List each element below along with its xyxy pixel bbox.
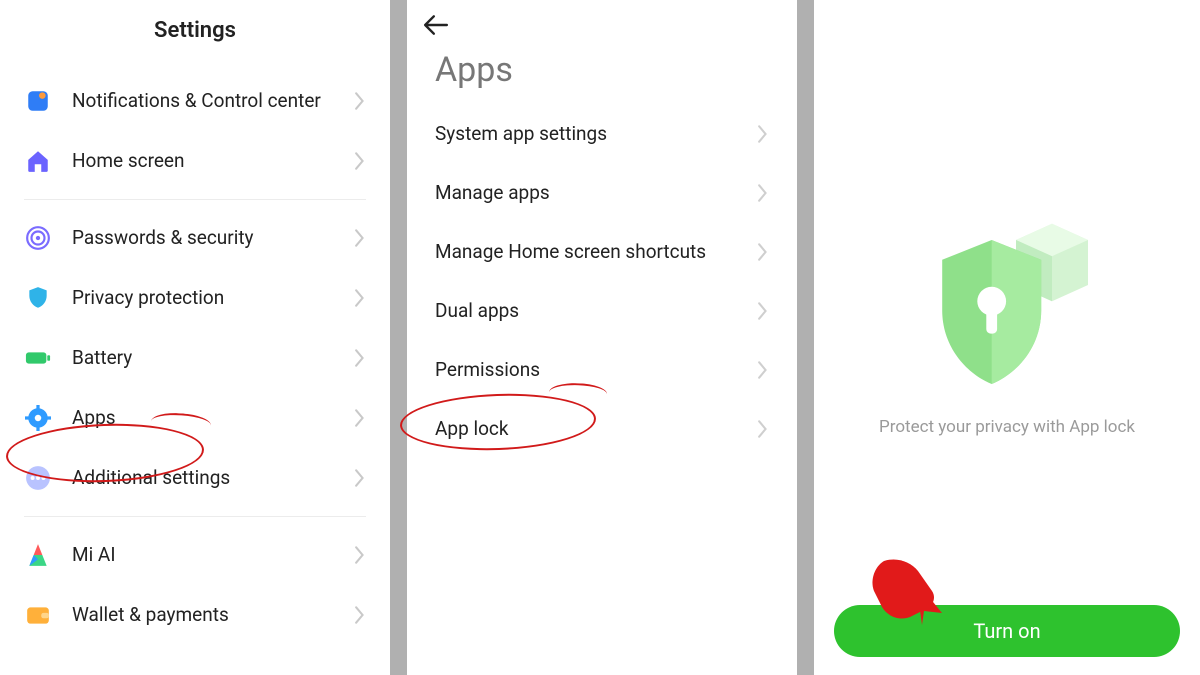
apps-panel: Apps System app settings Manage apps Man… [407, 0, 797, 675]
row-label: Home screen [72, 149, 354, 174]
apps-row-app-lock[interactable]: App lock [407, 399, 797, 458]
shield-icon [24, 284, 52, 312]
row-label: Wallet & payments [72, 603, 354, 628]
row-label: App lock [435, 417, 757, 440]
app-lock-panel: Protect your privacy with App lock Turn … [814, 0, 1200, 675]
row-label: Battery [72, 346, 354, 371]
page-title: Settings [0, 0, 390, 71]
caption-text: Protect your privacy with App lock [879, 417, 1135, 437]
row-label: Additional settings [72, 466, 354, 491]
row-label: Permissions [435, 358, 757, 381]
mi-ai-icon [24, 541, 52, 569]
chevron-right-icon [354, 469, 366, 487]
divider [24, 199, 366, 200]
chevron-right-icon [354, 229, 366, 247]
back-button[interactable] [407, 0, 797, 36]
apps-row-system-app-settings[interactable]: System app settings [407, 104, 797, 163]
illustration-area: Protect your privacy with App lock [814, 0, 1200, 605]
divider [24, 516, 366, 517]
pointer-hand-annotation [866, 551, 946, 631]
arrow-left-icon [423, 14, 449, 36]
chevron-right-icon [354, 92, 366, 110]
apps-row-manage-apps[interactable]: Manage apps [407, 163, 797, 222]
chevron-right-icon [354, 546, 366, 564]
app-lock-illustration [917, 199, 1097, 389]
settings-row-passwords-security[interactable]: Passwords & security [0, 208, 390, 268]
row-label: Mi AI [72, 543, 354, 568]
chevron-right-icon [757, 184, 769, 202]
row-label: Dual apps [435, 299, 757, 322]
settings-row-additional[interactable]: Additional settings [0, 448, 390, 508]
settings-row-home-screen[interactable]: Home screen [0, 131, 390, 191]
row-label: Notifications & Control center [72, 89, 354, 114]
row-label: System app settings [435, 122, 757, 145]
chevron-right-icon [757, 243, 769, 261]
page-title: Apps [407, 36, 797, 104]
row-label: Manage Home screen shortcuts [435, 240, 757, 263]
chevron-right-icon [757, 302, 769, 320]
settings-row-battery[interactable]: Battery [0, 328, 390, 388]
wallet-icon [24, 601, 52, 629]
row-label: Manage apps [435, 181, 757, 204]
row-label: Passwords & security [72, 226, 354, 251]
panel-gap [797, 0, 814, 675]
chevron-right-icon [354, 289, 366, 307]
settings-panel: Settings Notifications & Control center … [0, 0, 390, 675]
battery-icon [24, 344, 52, 372]
dots-icon [24, 464, 52, 492]
apps-row-permissions[interactable]: Permissions [407, 340, 797, 399]
settings-row-privacy[interactable]: Privacy protection [0, 268, 390, 328]
settings-row-wallet[interactable]: Wallet & payments [0, 585, 390, 645]
apps-row-home-shortcuts[interactable]: Manage Home screen shortcuts [407, 222, 797, 281]
chevron-right-icon [757, 361, 769, 379]
notifications-icon [24, 87, 52, 115]
row-label: Privacy protection [72, 286, 354, 311]
fingerprint-icon [24, 224, 52, 252]
chevron-right-icon [757, 420, 769, 438]
chevron-right-icon [354, 152, 366, 170]
settings-row-apps[interactable]: Apps [0, 388, 390, 448]
apps-row-dual-apps[interactable]: Dual apps [407, 281, 797, 340]
home-icon [24, 147, 52, 175]
chevron-right-icon [757, 125, 769, 143]
chevron-right-icon [354, 409, 366, 427]
panel-gap [390, 0, 407, 675]
chevron-right-icon [354, 606, 366, 624]
settings-row-notifications[interactable]: Notifications & Control center [0, 71, 390, 131]
chevron-right-icon [354, 349, 366, 367]
settings-row-mi-ai[interactable]: Mi AI [0, 525, 390, 585]
row-label: Apps [72, 406, 354, 431]
gear-icon [24, 404, 52, 432]
